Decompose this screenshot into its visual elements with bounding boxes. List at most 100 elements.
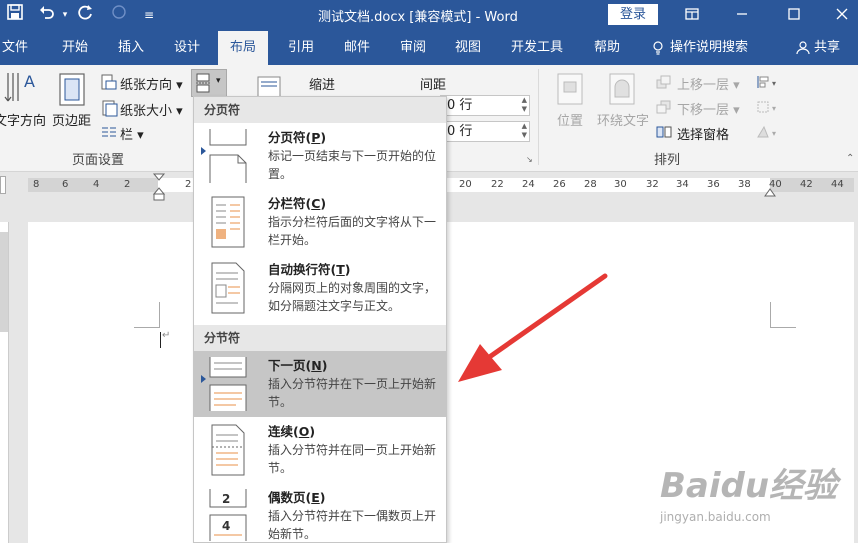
paragraph-mark: ↵ <box>162 330 171 341</box>
lightbulb-icon <box>652 31 670 65</box>
svg-text:▾: ▾ <box>772 129 776 138</box>
menu-item-continuous[interactable]: 连续(O) 插入分节符并在同一页上开始新节。 <box>194 417 446 483</box>
arrange-group-label: 排列 <box>654 153 681 168</box>
annotation-arrow-icon <box>458 273 608 382</box>
text-wrapping-desc: 分隔网页上的对象周围的文字，如分隔题注文字与正文。 <box>268 281 437 313</box>
continuous-title: 连续(O) <box>268 424 316 439</box>
columns-icon[interactable] <box>101 126 117 141</box>
menu-item-even-page[interactable]: 2 4 偶数页(E) 插入分节符并在下一偶数页上开始新节。 <box>194 483 446 543</box>
minimize-button[interactable] <box>722 2 762 28</box>
tab-mailings[interactable]: 邮件 <box>344 31 370 65</box>
tab-help[interactable]: 帮助 <box>594 31 620 65</box>
ruler-number: 8 <box>33 179 40 190</box>
redo-icon[interactable] <box>74 4 96 26</box>
bring-forward-label[interactable]: 上移一层 ▾ <box>677 74 740 93</box>
send-backward-label[interactable]: 下移一层 ▾ <box>677 99 740 118</box>
send-backward-icon[interactable] <box>656 100 672 117</box>
ribbon-display-icon[interactable] <box>672 2 712 28</box>
margins-label[interactable]: 页边距 <box>52 110 91 129</box>
group-icon[interactable]: ▾ <box>756 100 780 117</box>
text-cursor <box>160 332 161 348</box>
share-button[interactable]: 共享 <box>796 31 840 65</box>
tell-me-search[interactable]: 操作说明搜索 <box>652 31 748 65</box>
undo-dropdown-icon[interactable]: ▾ <box>54 4 76 26</box>
svg-text:▾: ▾ <box>772 79 776 88</box>
ruler-number: 32 <box>646 179 659 190</box>
page-breaks-header: 分页符 <box>194 97 446 123</box>
login-button[interactable]: 登录 <box>608 4 658 25</box>
person-icon <box>796 31 814 65</box>
size-icon[interactable] <box>100 99 118 120</box>
position-label[interactable]: 位置 <box>557 110 583 129</box>
tab-home[interactable]: 开始 <box>62 31 88 65</box>
ruler-number: 24 <box>522 179 535 190</box>
tab-references[interactable]: 引用 <box>288 31 314 65</box>
collapse-ribbon-icon[interactable]: ⌃ <box>846 153 854 164</box>
close-button[interactable] <box>822 2 858 28</box>
menu-item-next-page[interactable]: 下一页(N) 插入分节符并在下一页上开始新节。 <box>194 351 446 417</box>
ruler-number: 36 <box>707 179 720 190</box>
touch-mode-icon[interactable] <box>108 4 130 26</box>
section-breaks-header: 分节符 <box>194 325 446 351</box>
svg-text:2: 2 <box>222 492 230 506</box>
save-icon[interactable] <box>4 4 26 26</box>
breaks-menu: 分页符 分页符(P) 标记一页结束与下一页开始的位置。 分栏符(C) 指示分栏符… <box>193 96 447 543</box>
separator <box>538 69 539 165</box>
ruler-number: 34 <box>676 179 689 190</box>
text-direction-label[interactable]: 文字方向 <box>0 110 46 129</box>
maximize-button[interactable] <box>774 2 814 28</box>
vertical-ruler[interactable] <box>0 222 9 543</box>
indent-marker-icon[interactable] <box>152 172 166 202</box>
ruler-number: 44 <box>831 179 844 190</box>
spacing-after-input[interactable]: 0 行 ▲ ▼ <box>440 121 530 142</box>
orientation-icon[interactable] <box>100 73 118 94</box>
spacing-before-input[interactable]: 0 行 ▲ ▼ <box>440 95 530 116</box>
margins-icon[interactable] <box>58 73 86 110</box>
tab-selector[interactable] <box>0 176 6 194</box>
tab-review[interactable]: 审阅 <box>400 31 426 65</box>
menu-item-text-wrapping-break[interactable]: 自动换行符(T) 分隔网页上的对象周围的文字，如分隔题注文字与正文。 <box>194 255 446 325</box>
selection-pane-icon[interactable] <box>656 125 672 142</box>
baidu-watermark-logo: Baidu经验 <box>660 466 838 506</box>
next-page-desc: 插入分节符并在下一页上开始新节。 <box>268 377 437 409</box>
even-page-title: 偶数页(E) <box>268 490 326 505</box>
paragraph-launcher-icon[interactable]: ↘ <box>526 155 533 164</box>
tab-design[interactable]: 设计 <box>174 31 200 65</box>
size-label[interactable]: 纸张大小 ▾ <box>120 100 183 119</box>
orientation-label[interactable]: 纸张方向 ▾ <box>120 74 183 93</box>
svg-text:▾: ▾ <box>772 104 776 113</box>
continuous-desc: 插入分节符并在同一页上开始新节。 <box>268 443 437 475</box>
svg-text:4: 4 <box>222 519 230 533</box>
ruler-number: 28 <box>584 179 597 190</box>
selection-pane-label[interactable]: 选择窗格 <box>677 124 729 143</box>
tab-file[interactable]: 文件 <box>2 31 28 65</box>
tab-layout[interactable]: 布局 <box>218 31 269 65</box>
baidu-watermark-url: jingyan.baidu.com <box>660 510 771 524</box>
right-indent-marker-icon[interactable] <box>764 186 776 198</box>
tab-developer[interactable]: 开发工具 <box>511 31 563 65</box>
menu-item-page-break[interactable]: 分页符(P) 标记一页结束与下一页开始的位置。 <box>194 123 446 189</box>
align-icon[interactable]: ▾ <box>756 75 780 92</box>
ruler-number: 22 <box>491 179 504 190</box>
bring-forward-icon[interactable] <box>656 75 672 92</box>
ruler-number: 6 <box>62 179 69 190</box>
tab-view[interactable]: 视图 <box>455 31 481 65</box>
ruler-number: 4 <box>93 179 100 190</box>
customize-toolbar-icon[interactable]: ≡ <box>138 4 160 26</box>
margin-corner-tl <box>134 302 160 328</box>
text-direction-icon[interactable]: A <box>4 71 38 110</box>
tab-insert[interactable]: 插入 <box>118 31 144 65</box>
share-label: 共享 <box>814 40 841 55</box>
columns-label[interactable]: 栏 ▾ <box>120 124 144 143</box>
position-icon[interactable] <box>556 73 584 108</box>
breaks-icon <box>196 73 210 93</box>
ruler-number: 38 <box>738 179 751 190</box>
next-page-title: 下一页(N) <box>268 358 328 373</box>
breaks-button[interactable]: ▾ <box>191 69 227 97</box>
wrap-text-label[interactable]: 环绕文字 <box>597 110 649 129</box>
text-wrapping-icon <box>211 262 245 314</box>
menu-item-column-break[interactable]: 分栏符(C) 指示分栏符后面的文字将从下一栏开始。 <box>194 189 446 255</box>
rotate-icon[interactable]: ▾ <box>756 125 780 142</box>
tell-me-label: 操作说明搜索 <box>670 40 749 55</box>
wrap-text-icon[interactable] <box>608 73 636 108</box>
